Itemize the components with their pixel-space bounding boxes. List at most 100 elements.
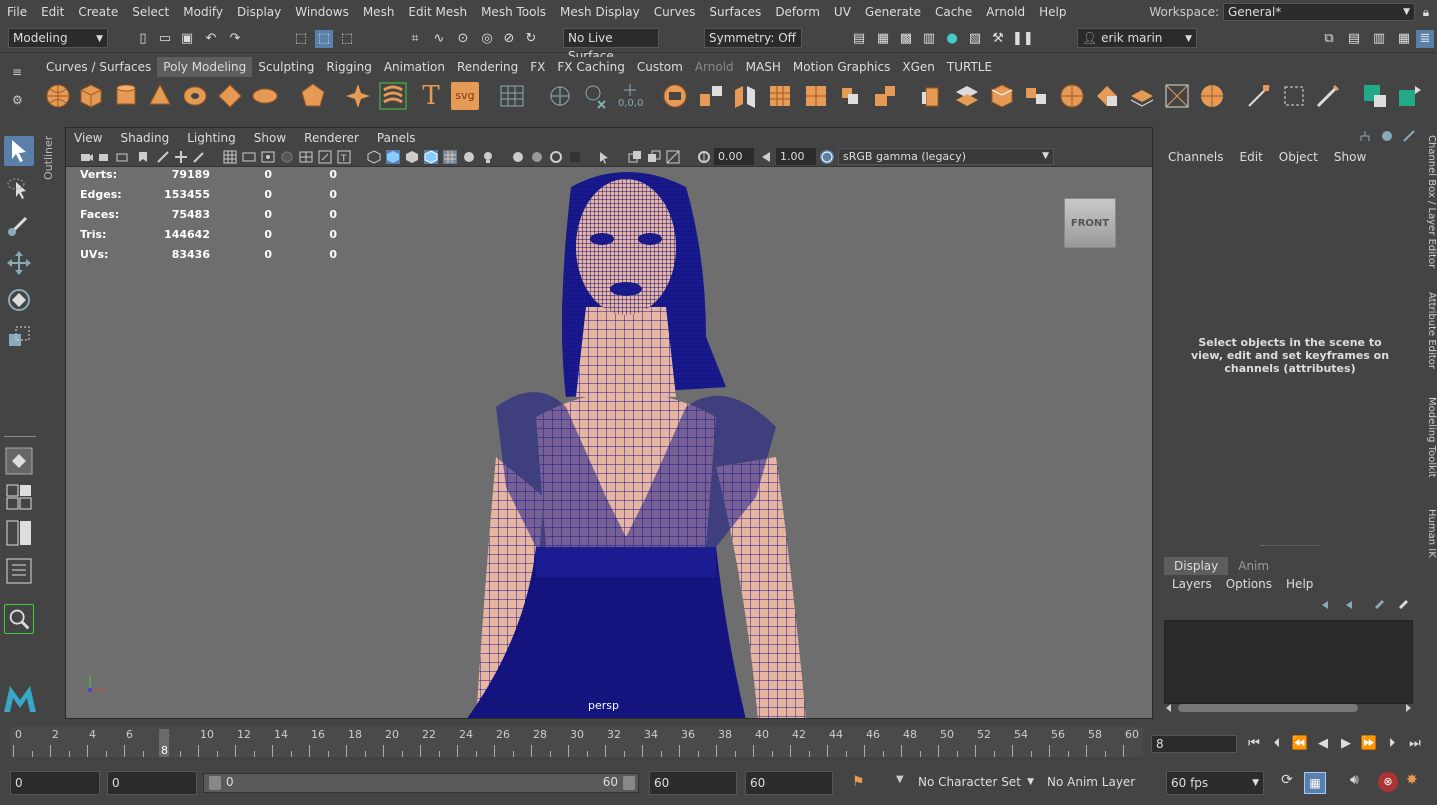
menu-deform[interactable]: Deform xyxy=(768,5,827,19)
playback-start-field[interactable]: 0 xyxy=(107,771,197,795)
shelf-tab-arnold[interactable]: Arnold xyxy=(688,57,740,77)
evaluation-manager-icon[interactable]: ⊗ xyxy=(1378,772,1398,792)
fps-dropdown[interactable]: 60 fps ▼ xyxy=(1166,771,1264,795)
menu-display[interactable]: Display xyxy=(230,5,288,19)
pause-render-icon[interactable]: ❚❚ xyxy=(1012,30,1034,48)
poly-plane-icon[interactable] xyxy=(216,82,244,110)
step-forward-frame-icon[interactable]: ⏵ xyxy=(1383,735,1401,753)
save-scene-icon[interactable]: ▣ xyxy=(178,30,196,48)
ipr-render-icon[interactable]: ▩ xyxy=(897,30,915,48)
cache-playback-icon[interactable]: ▦ xyxy=(1304,772,1326,794)
single-perspective-layout-icon[interactable] xyxy=(4,446,34,476)
exposure-icon[interactable] xyxy=(697,150,711,164)
range-slider-end-handle[interactable] xyxy=(623,776,635,790)
tab-channel-box-layer-editor[interactable]: Channel Box / Layer Editor xyxy=(1420,135,1437,268)
move-layer-down-icon[interactable] xyxy=(1344,598,1358,612)
sweep-mesh-icon[interactable] xyxy=(379,82,407,110)
playback-end-field[interactable]: 60 xyxy=(649,771,737,795)
tab-attribute-editor[interactable]: Attribute Editor xyxy=(1420,292,1437,369)
menu-edit[interactable]: Edit xyxy=(34,5,71,19)
menu-mesh-display[interactable]: Mesh Display xyxy=(553,5,647,19)
outliner-layout-icon[interactable] xyxy=(4,556,34,586)
auto-key-icon[interactable]: ⚑ xyxy=(852,774,865,790)
snap-grid-icon[interactable]: ⌗ xyxy=(406,30,424,48)
snap-live-icon[interactable]: ↻ xyxy=(522,30,540,48)
menu-mesh[interactable]: Mesh xyxy=(356,5,402,19)
bridge-icon[interactable] xyxy=(953,82,981,110)
layer-menu-layers[interactable]: Layers xyxy=(1172,577,1212,591)
hud-toggle-icon[interactable] xyxy=(666,150,680,164)
symmetry-dropdown[interactable]: Symmetry: Off xyxy=(704,28,802,48)
bookmark-icon[interactable] xyxy=(116,150,130,164)
separate-icon[interactable] xyxy=(697,82,725,110)
layer-editor-toggle-icon[interactable]: ≣ xyxy=(1416,30,1434,48)
camera-select-icon[interactable] xyxy=(80,150,94,164)
soft-select-icon[interactable] xyxy=(1198,82,1226,110)
channel-menu-show[interactable]: Show xyxy=(1334,150,1366,164)
camera-attributes-icon[interactable] xyxy=(98,150,112,164)
lock-icon[interactable]: 🔒︎ xyxy=(1415,5,1437,20)
grease-pencil-icon[interactable] xyxy=(174,150,188,164)
default-material-icon[interactable] xyxy=(405,150,419,164)
tool-settings-icon[interactable] xyxy=(1402,129,1416,143)
shelf-tab-custom[interactable]: Custom xyxy=(630,57,689,77)
menu-arnold[interactable]: Arnold xyxy=(979,5,1032,19)
xray-icon[interactable] xyxy=(443,150,457,164)
step-back-key-icon[interactable]: ⏪ xyxy=(1291,735,1309,753)
pencil-icon[interactable] xyxy=(192,150,206,164)
shelf-tab-poly-modeling[interactable]: Poly Modeling xyxy=(157,57,253,77)
menu-surfaces[interactable]: Surfaces xyxy=(702,5,768,19)
menu-help[interactable]: Help xyxy=(1032,5,1073,19)
live-surface-field[interactable]: No Live Surface xyxy=(563,28,659,63)
xray-joints-icon[interactable] xyxy=(628,150,642,164)
safe-action-icon[interactable] xyxy=(318,150,332,164)
menu-select[interactable]: Select xyxy=(125,5,176,19)
2d-pan-zoom-icon[interactable] xyxy=(156,150,170,164)
safe-title-icon[interactable]: T xyxy=(337,150,351,164)
menu-modify[interactable]: Modify xyxy=(176,5,230,19)
shadows-icon[interactable] xyxy=(511,150,525,164)
new-layer-selected-icon[interactable] xyxy=(1396,598,1410,612)
layer-tab-anim[interactable]: Anim xyxy=(1228,557,1280,575)
multi-cut-icon[interactable] xyxy=(1058,82,1086,110)
layer-tab-display[interactable]: Display xyxy=(1164,557,1229,575)
color-management-icon[interactable] xyxy=(820,150,834,164)
viewport-menu-panels[interactable]: Panels xyxy=(369,131,426,145)
new-scene-icon[interactable]: ▯ xyxy=(134,30,152,48)
menu-lines-icon[interactable]: ≡ xyxy=(12,65,22,79)
tab-human-ik[interactable]: Human IK xyxy=(1420,509,1437,558)
go-to-end-icon[interactable]: ⏭ xyxy=(1406,735,1424,753)
grid-toggle-icon[interactable] xyxy=(223,150,237,164)
range-slider-start-handle[interactable] xyxy=(209,776,221,790)
range-slider[interactable]: 0 60 xyxy=(203,773,639,793)
extrude-icon[interactable] xyxy=(918,82,946,110)
step-back-frame-icon[interactable]: ⏴ xyxy=(1268,735,1286,753)
colorspace-dropdown[interactable]: sRGB gamma (legacy) ▼ xyxy=(838,148,1054,165)
four-view-layout-icon[interactable] xyxy=(4,482,34,512)
viewport-menu-view[interactable]: View xyxy=(66,131,112,145)
snap-curve-icon[interactable]: ∿ xyxy=(430,30,448,48)
exposure-field[interactable]: 0.00 xyxy=(714,148,754,165)
poly-sphere-icon[interactable] xyxy=(44,82,72,110)
render-setup-icon[interactable]: ▧ xyxy=(966,30,984,48)
outliner-tab[interactable]: Outliner xyxy=(42,128,60,188)
poly-cube-icon[interactable] xyxy=(77,82,105,110)
viewport-menu-lighting[interactable]: Lighting xyxy=(179,131,246,145)
menu-set-dropdown[interactable]: Modeling ▼ xyxy=(8,28,108,48)
two-view-layout-icon[interactable] xyxy=(4,518,34,548)
remesh-icon[interactable] xyxy=(836,82,864,110)
poly-torus-icon[interactable] xyxy=(181,82,209,110)
step-forward-key-icon[interactable]: ⏩ xyxy=(1360,735,1378,753)
shelf-tab-rigging[interactable]: Rigging xyxy=(320,57,378,77)
light-editor-icon[interactable]: ⚒ xyxy=(989,30,1007,48)
paint-select-tool-icon[interactable] xyxy=(4,210,34,240)
shelf-tab-animation[interactable]: Animation xyxy=(377,57,451,77)
ambient-occlusion-icon[interactable] xyxy=(530,150,544,164)
retopologize-icon[interactable] xyxy=(871,82,899,110)
combine-icon[interactable] xyxy=(661,82,689,110)
wireframe-on-shaded-icon[interactable] xyxy=(424,150,438,164)
modeling-toolkit-toggle-icon[interactable]: ⧉ xyxy=(1320,30,1338,48)
reduce-icon[interactable] xyxy=(802,82,830,110)
snap-surface-icon[interactable]: ⊘ xyxy=(500,30,518,48)
preferences-icon[interactable]: ✸ xyxy=(1406,772,1418,788)
